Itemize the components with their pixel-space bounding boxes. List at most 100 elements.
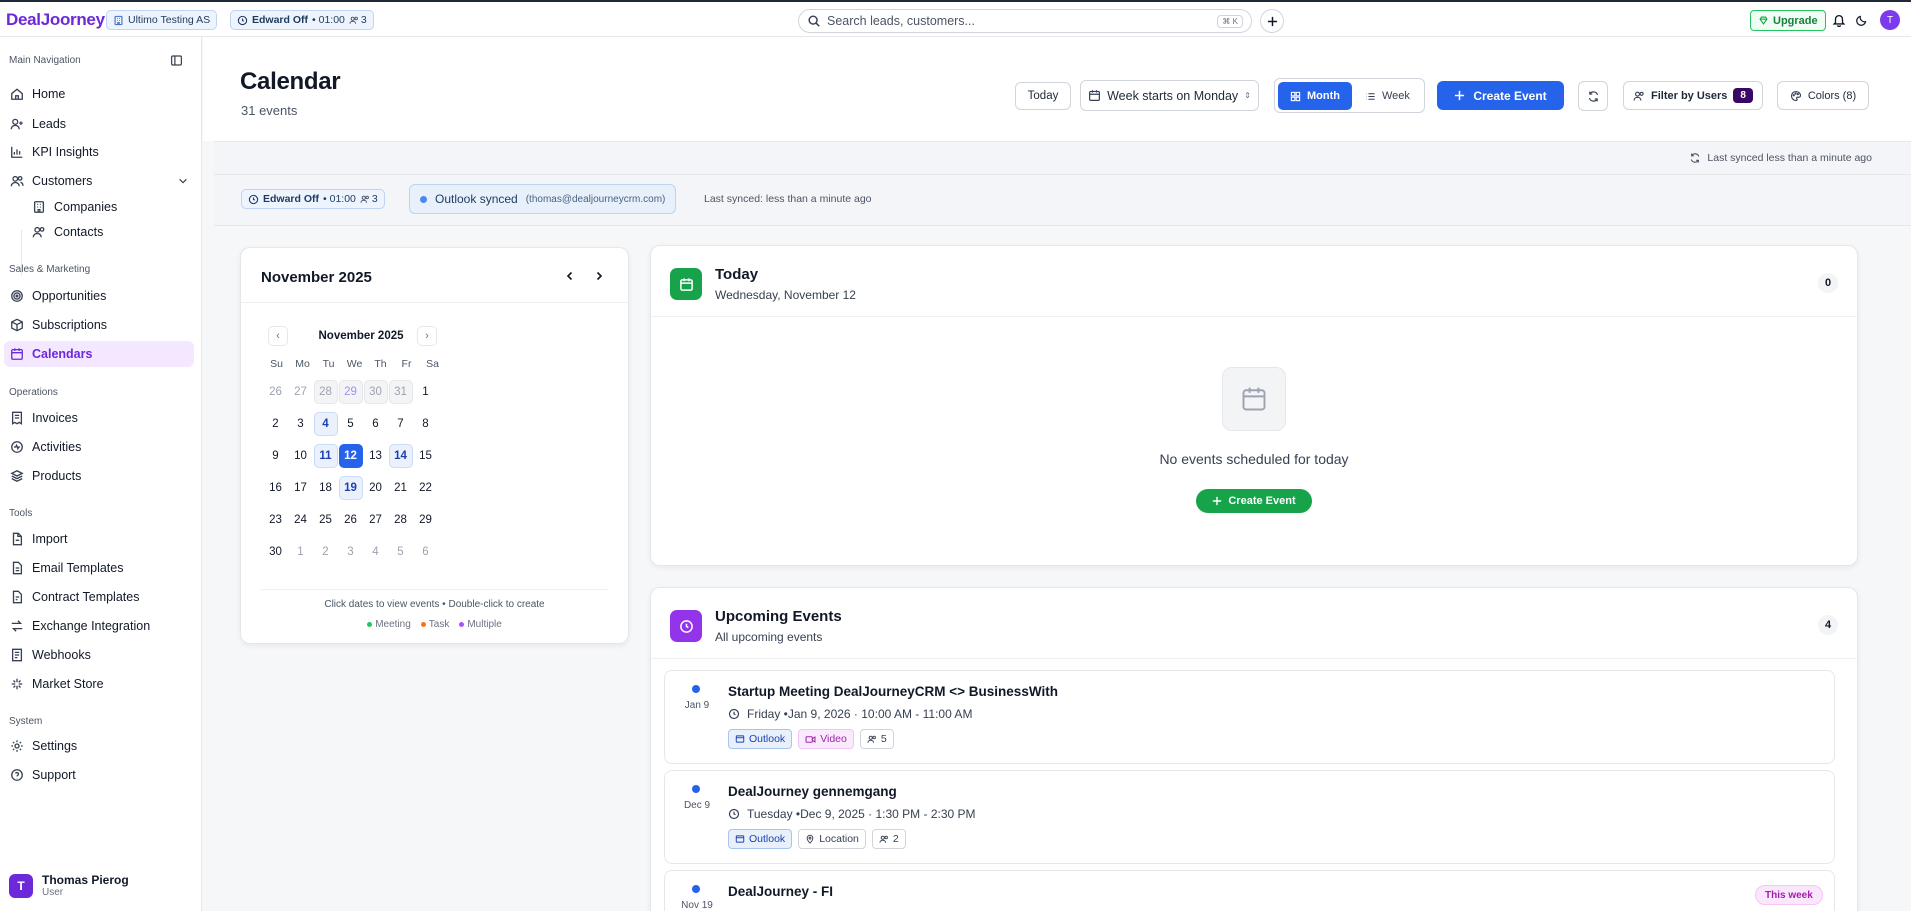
calendar-day[interactable]: 23 [264,508,288,532]
calendar-day[interactable]: 27 [289,380,313,404]
calendar-day[interactable]: 1 [289,540,313,564]
calendar-day[interactable]: 8 [414,412,438,436]
calendar-day-selected[interactable]: 12 [338,444,363,468]
upgrade-button[interactable]: Upgrade [1750,10,1826,31]
sidebar-toggle-icon[interactable] [170,54,183,67]
sidebar-item-email-templates[interactable]: Email Templates [4,555,194,581]
calendar-day[interactable]: 26 [264,380,288,404]
refresh-button[interactable] [1578,81,1608,111]
calendar-day[interactable]: 25 [314,508,338,532]
calendar-day[interactable]: 30 [264,540,288,564]
calendar-day[interactable]: 2 [314,540,338,564]
sidebar-item-companies[interactable]: Companies [26,194,194,220]
moon-icon[interactable] [1855,14,1868,27]
time-tracker-pill[interactable]: Edward Off • 01:00 3 [241,189,385,209]
calendar-day[interactable]: 13 [364,444,388,468]
sidebar-item-calendars[interactable]: Calendars [4,341,194,367]
sidebar-item-invoices[interactable]: Invoices [4,405,194,431]
receipt-icon [11,411,23,425]
calendar-day[interactable]: 26 [339,508,363,532]
time-tracker-pill[interactable]: Edward Off • 01:00 3 [230,10,374,30]
calendar-day[interactable]: 30 [363,380,388,404]
calendar-day[interactable]: 29 [338,380,363,404]
calendar-day[interactable]: 27 [364,508,388,532]
chevron-down-icon[interactable] [178,176,188,186]
filter-by-users-button[interactable]: Filter by Users 8 [1623,81,1763,110]
calendar-day[interactable]: 18 [314,476,338,500]
sidebar-item-contacts[interactable]: Contacts [26,219,194,245]
sidebar-item-subscriptions[interactable]: Subscriptions [4,312,194,338]
calendar-day[interactable]: 4 [364,540,388,564]
users-icon [360,194,370,204]
calendar-day[interactable]: 15 [414,444,438,468]
calendar-day[interactable]: 22 [414,476,438,500]
calendar-day[interactable]: 21 [389,476,413,500]
sidebar-item-customers[interactable]: Customers [4,168,194,194]
sidebar-item-kpi-insights[interactable]: KPI Insights [4,139,194,165]
event-item[interactable]: Jan 9 Startup Meeting DealJourneyCRM <> … [664,670,1835,764]
sidebar-item-home[interactable]: Home [4,81,194,107]
calendar-day[interactable]: 11 [313,444,338,468]
sidebar-item-label: Market Store [32,677,104,691]
calendar-day[interactable]: 28 [313,380,338,404]
organization-pill[interactable]: Ultimo Testing AS [106,10,218,30]
event-when-text: Friday •Jan 9, 2026 · 10:00 AM - 11:00 A… [747,707,973,721]
calendar-day[interactable]: 19 [338,476,363,500]
calendar-day[interactable]: 28 [389,508,413,532]
create-event-button[interactable]: Create Event [1437,81,1564,110]
week-view-button[interactable]: Week [1353,82,1422,110]
legend-dot [459,622,465,627]
sidebar-item-activities[interactable]: Activities [4,434,194,460]
sidebar-item-import[interactable]: Import [4,526,194,552]
calendar-day[interactable]: 5 [389,540,413,564]
user-profile[interactable]: T Thomas Pierog User [9,873,129,898]
month-view-button[interactable]: Month [1278,82,1352,110]
calendar-day[interactable]: 31 [388,380,413,404]
event-item[interactable]: Nov 19 DealJourney - FI This week [664,870,1835,911]
calendar-day[interactable]: 7 [389,412,413,436]
inner-prev-month-button[interactable]: ‹ [268,326,288,346]
inner-next-month-button[interactable]: › [417,326,437,346]
calendar-day[interactable]: 1 [414,380,438,404]
today-button[interactable]: Today [1015,82,1071,110]
sidebar-item-opportunities[interactable]: Opportunities [4,283,194,309]
calendar-day[interactable]: 10 [289,444,313,468]
calendar-day[interactable]: 16 [264,476,288,500]
calendar-day[interactable]: 24 [289,508,313,532]
calendar-day[interactable]: 5 [339,412,363,436]
calendar-day[interactable]: 14 [388,444,413,468]
calendar-day[interactable]: 20 [364,476,388,500]
today-create-event-button[interactable]: Create Event [1196,489,1312,513]
sidebar-item-contract-templates[interactable]: Contract Templates [4,584,194,610]
sidebar-item-exchange-integration[interactable]: Exchange Integration [4,613,194,639]
colors-button[interactable]: Colors (8) [1777,81,1869,110]
sidebar-item-support[interactable]: Support [4,762,194,788]
bell-icon[interactable] [1832,13,1846,27]
calendar-day[interactable]: 6 [414,540,438,564]
event-item[interactable]: Dec 9 DealJourney gennemgang Tuesday •De… [664,770,1835,864]
calendar-day[interactable]: 17 [289,476,313,500]
calendar-day[interactable]: 3 [289,412,313,436]
sidebar-item-webhooks[interactable]: Webhooks [4,642,194,668]
calendar-day[interactable]: 9 [264,444,288,468]
calendar-day[interactable]: 2 [264,412,288,436]
user-avatar[interactable]: T [1880,10,1900,30]
prev-month-icon[interactable] [564,270,576,282]
week-start-select[interactable]: Week starts on Monday ⇕ [1080,80,1259,111]
search-input[interactable]: Search leads, customers... [827,14,975,28]
calendar-day[interactable]: 6 [364,412,388,436]
sidebar-item-settings[interactable]: Settings [4,733,194,759]
calendar-day[interactable]: 4 [313,412,338,436]
divider [261,589,608,590]
app-logo[interactable]: DealJoorney [6,10,105,30]
sidebar-item-market-store[interactable]: Market Store [4,671,194,697]
user-plus-icon [10,118,23,130]
quick-add-button[interactable] [1260,9,1284,33]
calendar-day[interactable]: 3 [339,540,363,564]
sidebar-item-leads[interactable]: Leads [4,111,194,137]
sidebar-item-label: Email Templates [32,561,124,575]
sidebar-item-products[interactable]: Products [4,463,194,489]
next-month-icon[interactable] [593,270,605,282]
calendar-day[interactable]: 29 [414,508,438,532]
global-search[interactable]: Search leads, customers... ⌘ K [798,9,1252,33]
